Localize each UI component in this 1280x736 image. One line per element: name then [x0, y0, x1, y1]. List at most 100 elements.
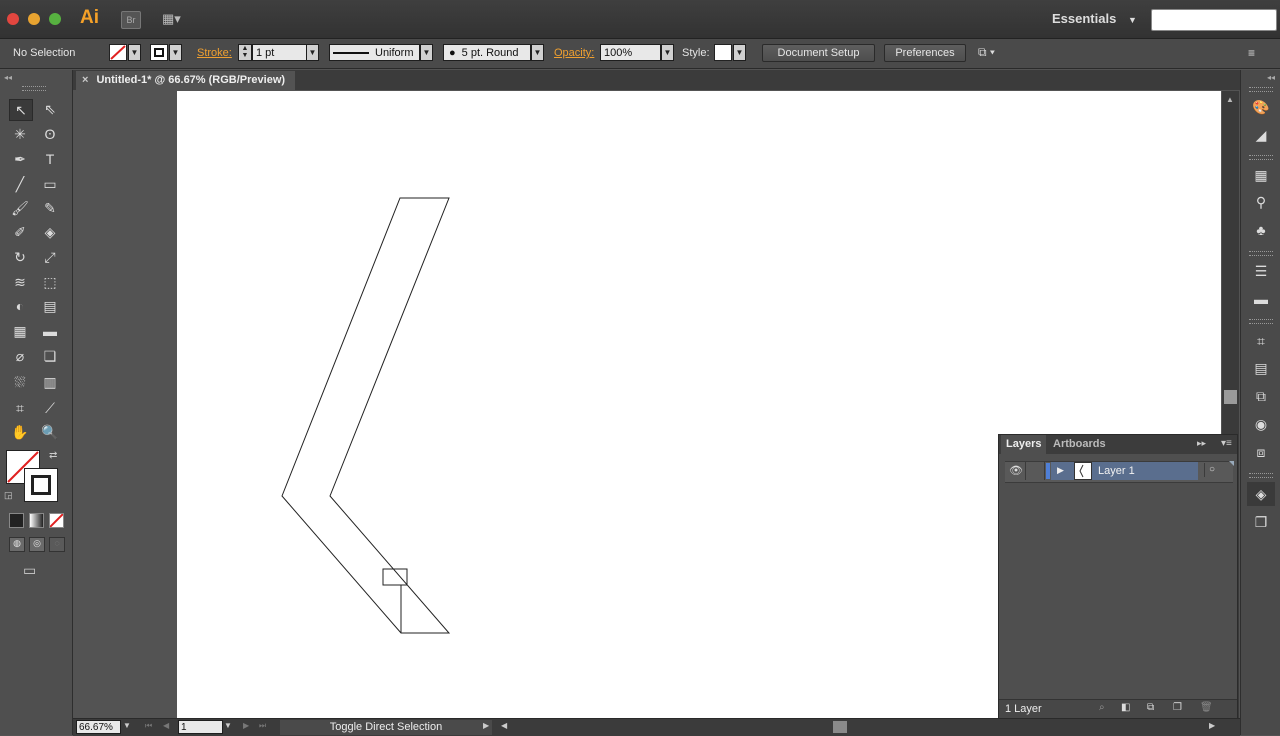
- artboard-dropdown-icon[interactable]: ▼: [224, 721, 232, 730]
- paintbrush-tool-icon[interactable]: 🖌: [9, 198, 31, 218]
- control-panel-menu[interactable]: ≡: [1248, 46, 1255, 60]
- zoom-dropdown-icon[interactable]: ▼: [123, 721, 131, 730]
- scale-tool-icon[interactable]: ⤢: [39, 247, 61, 267]
- zoom-tool-icon[interactable]: 🔍: [39, 422, 61, 442]
- preferences-button[interactable]: Preferences: [884, 44, 966, 62]
- swatches-icon[interactable]: ▦: [1249, 165, 1273, 185]
- gradient-icon[interactable]: ▬: [1249, 289, 1273, 309]
- zoom-level-field[interactable]: 66.67%: [76, 720, 121, 734]
- dock-grip[interactable]: [1249, 251, 1273, 256]
- artboard-number-field[interactable]: 1: [178, 720, 223, 734]
- locate-object-icon[interactable]: ⌕: [1099, 702, 1105, 713]
- draw-inside-icon[interactable]: ◌: [49, 537, 65, 552]
- dock-grip[interactable]: [1249, 473, 1273, 478]
- panel-menu-icon[interactable]: ▾≡: [1221, 438, 1232, 449]
- blob-brush-tool-icon[interactable]: ✐: [9, 222, 31, 242]
- bridge-button[interactable]: Br: [121, 11, 141, 29]
- new-sublayer-icon[interactable]: ⧉: [1147, 702, 1154, 713]
- document-setup-button[interactable]: Document Setup: [762, 44, 875, 62]
- tab-artboards[interactable]: Artboards: [1053, 435, 1106, 454]
- transform-icon[interactable]: ⌗: [1249, 331, 1273, 351]
- isolation-mode-button[interactable]: ⧉ ▾: [978, 45, 995, 60]
- minimize-window-button[interactable]: [28, 13, 40, 25]
- collapse-tools-icon[interactable]: ◂◂: [4, 73, 12, 82]
- arrange-documents-button[interactable]: ▦▾: [162, 11, 188, 27]
- stroke-weight-dropdown[interactable]: ▼: [306, 44, 319, 61]
- mesh-tool-icon[interactable]: ▦: [9, 321, 31, 341]
- collapse-panel-icon[interactable]: ▸▸: [1197, 438, 1206, 449]
- previous-artboard-icon[interactable]: ◀: [163, 721, 169, 730]
- tools-grip[interactable]: [22, 86, 46, 91]
- width-tool-icon[interactable]: ≋: [9, 272, 31, 292]
- shape-builder-tool-icon[interactable]: ◐: [9, 296, 31, 316]
- opacity-dropdown[interactable]: ▼: [661, 44, 674, 61]
- brush-dropdown[interactable]: ▼: [531, 44, 544, 61]
- search-input[interactable]: [1151, 9, 1277, 31]
- draw-behind-icon[interactable]: ◎: [29, 537, 45, 552]
- close-tab-icon[interactable]: ×: [82, 74, 88, 86]
- stroke-dropdown[interactable]: ▼: [169, 44, 182, 61]
- default-fill-stroke-icon[interactable]: ◲: [4, 490, 13, 501]
- scroll-left-icon[interactable]: ◀: [501, 721, 507, 730]
- dock-grip[interactable]: [1249, 87, 1273, 92]
- delete-layer-icon[interactable]: 🗑: [1200, 702, 1213, 713]
- free-transform-tool-icon[interactable]: ⬚: [39, 272, 61, 292]
- line-tool-icon[interactable]: ╱: [9, 174, 31, 194]
- status-menu-icon[interactable]: ▶: [483, 721, 489, 730]
- dock-grip[interactable]: [1249, 319, 1273, 324]
- graphic-style-swatch[interactable]: [714, 44, 732, 61]
- magic-wand-tool-icon[interactable]: ✳: [9, 124, 31, 144]
- opacity-label[interactable]: Opacity:: [554, 47, 594, 59]
- stroke-label[interactable]: Stroke:: [197, 47, 232, 59]
- swap-fill-stroke-icon[interactable]: ⇄: [49, 450, 57, 461]
- expand-panels-icon[interactable]: ◂◂: [1267, 73, 1275, 82]
- artboard-tool-icon[interactable]: ⌗: [9, 398, 31, 418]
- tab-layers[interactable]: Layers: [1001, 435, 1047, 454]
- expand-layer-icon[interactable]: ▶: [1057, 465, 1064, 476]
- none-mode-icon[interactable]: [49, 513, 64, 528]
- scroll-right-icon[interactable]: ▶: [1209, 721, 1215, 730]
- brush-definition[interactable]: ● 5 pt. Round: [443, 44, 531, 61]
- stroke-swatch[interactable]: [150, 44, 168, 61]
- horizontal-scroll-thumb[interactable]: [833, 721, 847, 733]
- style-dropdown[interactable]: ▼: [733, 44, 746, 61]
- brushes-icon[interactable]: ⚲: [1249, 192, 1273, 212]
- direct-selection-tool-icon[interactable]: ⇖: [39, 99, 61, 119]
- rotate-tool-icon[interactable]: ↻: [9, 247, 31, 267]
- zoom-window-button[interactable]: [49, 13, 61, 25]
- layer-name[interactable]: Layer 1: [1098, 465, 1135, 477]
- next-artboard-icon[interactable]: ▶: [243, 721, 249, 730]
- symbol-sprayer-tool-icon[interactable]: ⛆: [9, 372, 31, 392]
- pathfinder-icon[interactable]: ⧉: [1249, 386, 1273, 406]
- profile-dropdown[interactable]: ▼: [420, 44, 433, 61]
- column-graph-tool-icon[interactable]: ▥: [39, 372, 61, 392]
- new-layer-icon[interactable]: ❐: [1173, 702, 1182, 713]
- type-tool-icon[interactable]: T: [39, 149, 61, 169]
- artboards-icon[interactable]: ❐: [1249, 512, 1273, 532]
- chevron-path[interactable]: [281, 197, 451, 634]
- document-tab[interactable]: × Untitled-1* @ 66.67% (RGB/Preview): [76, 71, 296, 90]
- layers-icon[interactable]: ◈: [1247, 482, 1275, 506]
- last-artboard-icon[interactable]: ⏭: [259, 721, 266, 731]
- target-circle-icon[interactable]: ○: [1204, 463, 1221, 477]
- pencil-tool-icon[interactable]: ✎: [39, 198, 61, 218]
- status-text[interactable]: Toggle Direct Selection: [280, 720, 492, 735]
- color-icon[interactable]: 🎨: [1249, 97, 1273, 117]
- stroke-weight-stepper[interactable]: ▲ ▼: [238, 44, 252, 61]
- close-window-button[interactable]: [7, 13, 19, 25]
- color-guide-icon[interactable]: ◢: [1249, 125, 1273, 145]
- rectangle-tool-icon[interactable]: ▭: [39, 174, 61, 194]
- fill-dropdown[interactable]: ▼: [128, 44, 141, 61]
- visibility-eye-icon[interactable]: 👁: [1007, 462, 1026, 480]
- gradient-tool-icon[interactable]: ▬: [39, 321, 61, 341]
- lock-toggle[interactable]: [1026, 462, 1045, 480]
- gradient-mode-icon[interactable]: [29, 513, 44, 528]
- opacity-field[interactable]: 100%: [600, 44, 661, 61]
- variable-width-profile[interactable]: Uniform: [329, 44, 420, 61]
- fill-swatch[interactable]: [109, 44, 127, 61]
- workspace-switcher[interactable]: Essentials ▼: [1052, 11, 1137, 26]
- align-icon[interactable]: ▤: [1249, 358, 1273, 378]
- stroke-weight-field[interactable]: 1 pt: [252, 44, 307, 61]
- slice-tool-icon[interactable]: ⟋: [39, 398, 61, 418]
- lasso-tool-icon[interactable]: ʘ: [39, 124, 61, 144]
